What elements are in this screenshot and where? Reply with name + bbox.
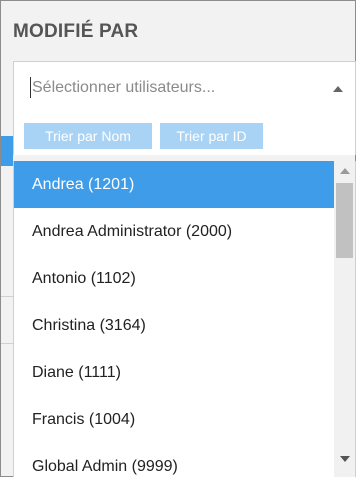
list-scrollbar[interactable]: [334, 161, 355, 477]
sort-by-id-button[interactable]: Trier par ID: [160, 123, 263, 149]
scroll-up-arrow-icon[interactable]: [340, 168, 350, 174]
list-item[interactable]: Antonio (1102): [14, 255, 336, 302]
list-item[interactable]: Diane (1111): [14, 349, 336, 396]
section-title: MODIFIÉ PAR: [13, 21, 139, 42]
list-item[interactable]: Francis (1004): [14, 396, 336, 443]
user-select[interactable]: Sélectionner utilisateurs...: [13, 61, 356, 115]
user-list: Andrea (1201) Andrea Administrator (2000…: [13, 161, 356, 477]
text-caret: [30, 77, 31, 98]
panel-frame: MODIFIÉ PAR Sélectionner utilisateurs...…: [0, 0, 356, 477]
user-search-input[interactable]: Sélectionner utilisateurs...: [32, 79, 215, 97]
list-item[interactable]: Andrea (1201): [14, 161, 336, 208]
list-item[interactable]: Global Admin (9999): [14, 443, 336, 477]
list-item[interactable]: Andrea Administrator (2000): [14, 208, 336, 255]
side-accent-bar: [1, 136, 13, 166]
side-divider: [1, 296, 13, 297]
list-item[interactable]: Christina (3164): [14, 302, 336, 349]
scroll-thumb[interactable]: [336, 183, 353, 258]
scroll-down-arrow-icon[interactable]: [340, 456, 350, 462]
side-divider: [1, 343, 13, 344]
sort-by-name-button[interactable]: Trier par Nom: [24, 123, 152, 149]
chevron-up-icon[interactable]: [333, 86, 343, 92]
sort-toolbar: Trier par Nom Trier par ID: [13, 115, 356, 155]
